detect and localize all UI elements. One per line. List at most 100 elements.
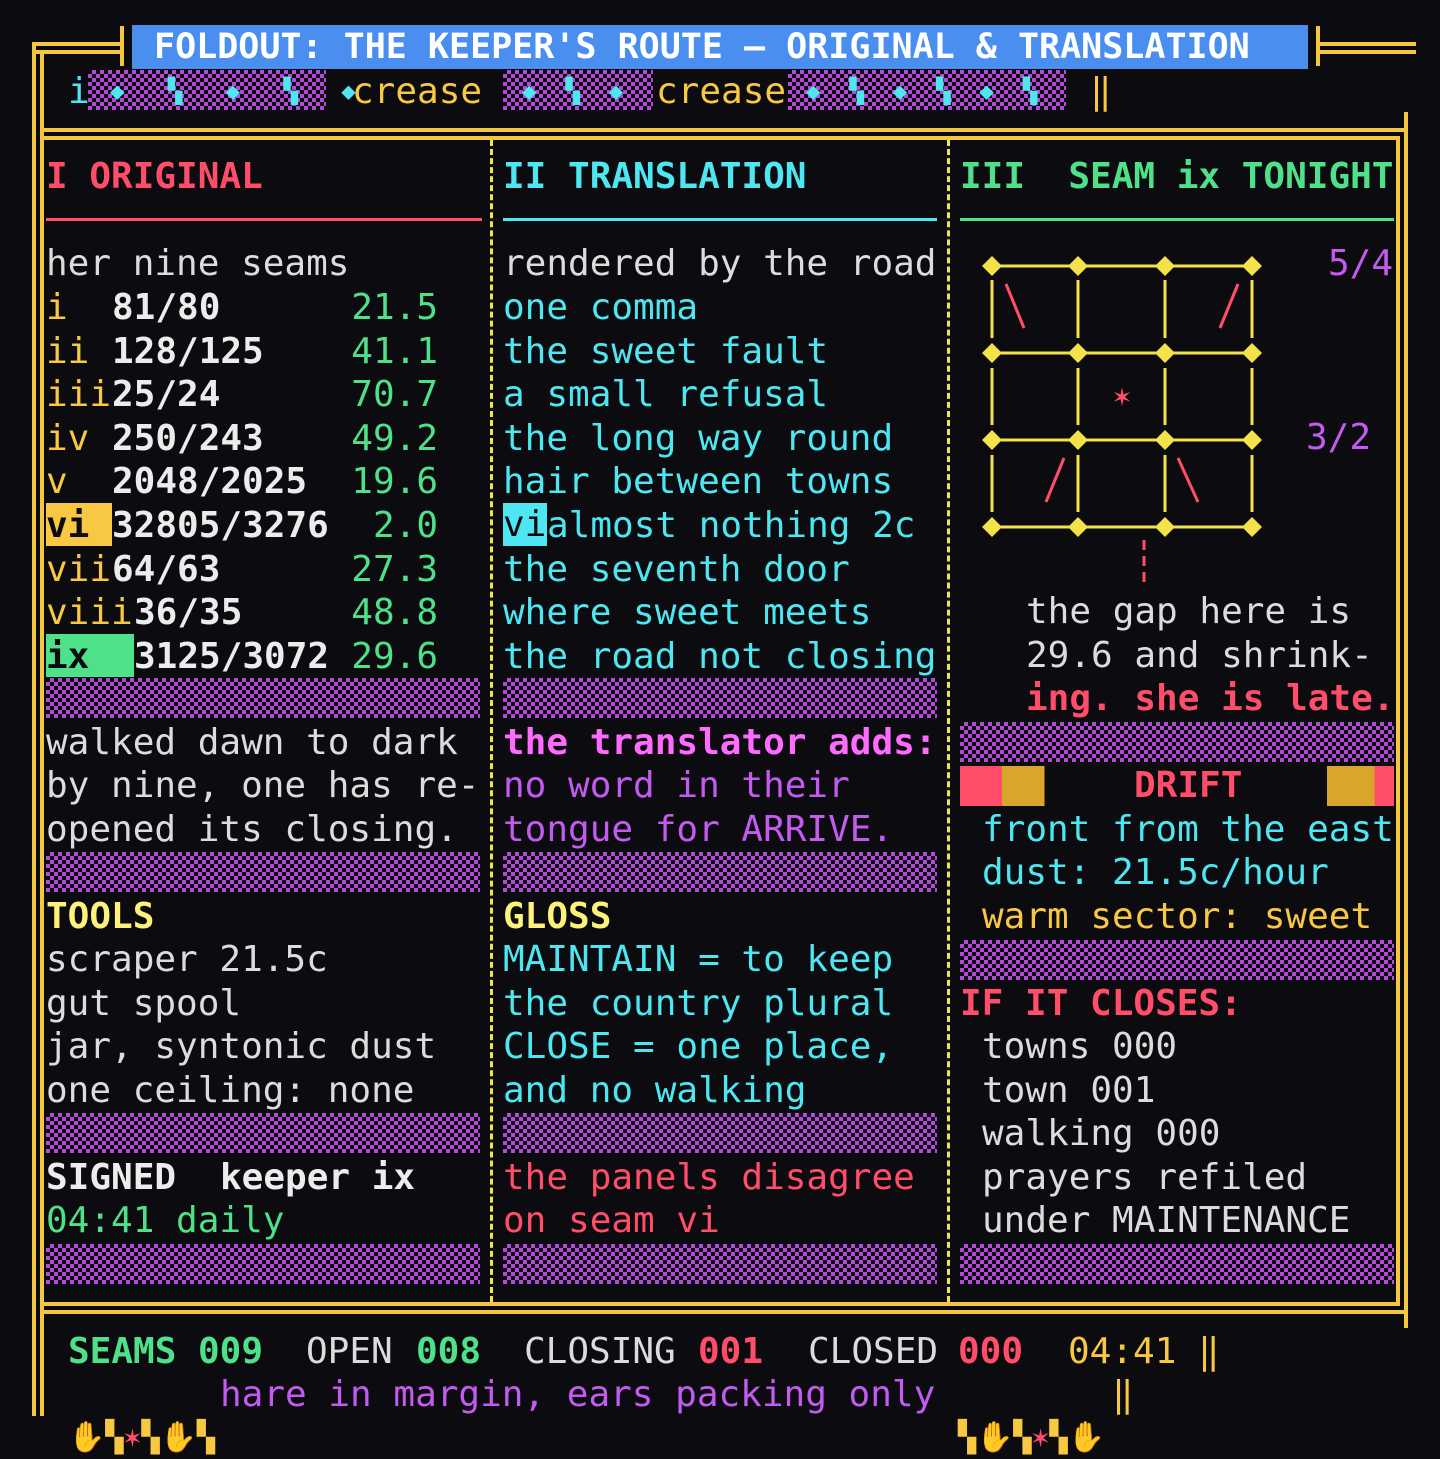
closes-line: under MAINTENANCE: [982, 1200, 1351, 1241]
divider-1: [490, 140, 493, 1302]
ruler-diamonds-right: ◆ ▚ ◆ ▚ ◆ ▚: [806, 77, 1038, 105]
seam-cents: 29.6: [351, 636, 438, 677]
footer-bar-2: ‖: [1112, 1374, 1134, 1415]
seam-cents: 21.5: [351, 287, 438, 328]
translation-line: hair between towns: [503, 461, 894, 502]
drift-swatch-left: [960, 766, 1088, 806]
tool-item: one ceiling: none: [46, 1070, 415, 1111]
closed-label: CLOSED: [808, 1331, 939, 1372]
adds-heading: the translator adds:: [503, 722, 937, 763]
seam-id: v: [46, 461, 68, 502]
seam-ratio: 3125/3072: [134, 636, 330, 677]
closing-label: CLOSING: [524, 1331, 676, 1372]
translation-line: one comma: [503, 287, 699, 328]
adds-line: tongue for ARRIVE.: [503, 809, 894, 850]
translation-line: a small refusal: [503, 374, 829, 415]
footer-bar-1: ‖: [1198, 1331, 1220, 1372]
divider-dither-2c: [503, 1113, 937, 1153]
open-value: 008: [416, 1331, 482, 1372]
frame-top-left: [32, 42, 124, 46]
col1-heading: I ORIGINAL: [46, 156, 263, 197]
frame-mid-bottom: [40, 1302, 1400, 1306]
divider-dither-2b: [503, 852, 937, 892]
ruler-end-bar: ‖: [1090, 71, 1112, 112]
divider-dither-1d: [46, 1244, 480, 1284]
ruler-diamonds-left: ◆ ▚ ◆ ▚ ◆: [110, 77, 356, 105]
gloss-line: the country plural: [503, 983, 894, 1024]
frame-top-left-tick: [120, 26, 124, 66]
closed-value: 000: [958, 1331, 1024, 1372]
tool-item: jar, syntonic dust: [46, 1026, 437, 1067]
translation-line: the road not closing: [503, 636, 937, 677]
translation-line: almost nothing 2c: [547, 505, 916, 546]
translation-line: the long way round: [503, 418, 894, 459]
footer-time: 04:41: [1068, 1331, 1177, 1372]
seam-cents: 19.6: [351, 461, 438, 502]
divider-dither-3a: [960, 722, 1394, 762]
divider-dither-3c: [960, 1244, 1394, 1284]
seam-id: iv: [46, 418, 90, 459]
page-title: FOLDOUT: THE KEEPER'S ROUTE — ORIGINAL &…: [154, 27, 1250, 67]
gloss-heading: GLOSS: [503, 896, 612, 937]
frame-left-inner: [40, 50, 44, 1416]
seam-cents: 2.0: [372, 505, 438, 546]
seam-cents: 41.1: [351, 331, 438, 372]
seams-label: SEAMS: [68, 1331, 177, 1372]
divider-dither-1b: [46, 852, 480, 892]
seam-cents: 27.3: [351, 549, 438, 590]
crease-label-1: crease: [352, 71, 483, 112]
drift-warm: warm sector: sweet: [982, 896, 1373, 937]
seam-ratio: 32805/3276: [112, 505, 329, 546]
divider-2: [947, 140, 950, 1302]
seam-ratio: 36/35: [134, 592, 243, 633]
crease-label-2: crease: [656, 71, 787, 112]
seam-id: vii: [46, 549, 112, 590]
tools-heading: TOOLS: [46, 896, 155, 937]
frame-top-right: [1318, 42, 1416, 46]
divider-dither-1a: [46, 678, 480, 718]
translation-line: the seventh door: [503, 549, 850, 590]
seam-id: vi: [46, 505, 90, 546]
seam-cents: 48.8: [351, 592, 438, 633]
footer-glyphs-right: ▚✋▚✶▚✋: [958, 1420, 1105, 1455]
col3-heading: III SEAM ix TONIGHT: [960, 156, 1394, 197]
seam-id: ii: [46, 331, 90, 372]
frame-top-left-2: [32, 50, 124, 54]
closes-heading: IF IT CLOSES:: [960, 983, 1242, 1024]
seam-ratio: 81/80: [112, 287, 221, 328]
tool-item: gut spool: [46, 983, 242, 1024]
seam-id: iii: [46, 374, 112, 415]
gloss-line: CLOSE = one place,: [503, 1026, 894, 1067]
translation-line: where sweet meets: [503, 592, 872, 633]
translation-line: the sweet fault: [503, 331, 829, 372]
ratio-label-a: 5/4: [1328, 243, 1394, 284]
vi-mark: vi: [503, 504, 547, 545]
frame-mid-top: [40, 128, 1408, 132]
col2-underline: [503, 218, 937, 221]
seam-cents: 49.2: [351, 418, 438, 459]
col1-para-3: opened its closing.: [46, 809, 458, 850]
open-label: OPEN: [306, 1331, 393, 1372]
seam-ratio: 25/24: [112, 374, 221, 415]
adds-line: no word in their: [503, 765, 850, 806]
divider-dither-2a: [503, 678, 937, 718]
ruler-label: i: [68, 71, 90, 112]
signed-name: keeper ix: [220, 1157, 416, 1198]
col1-underline: [46, 218, 482, 221]
closes-line: prayers refiled: [982, 1157, 1308, 1198]
gap-line: the gap here is: [1026, 591, 1352, 632]
closes-line: walking 000: [982, 1113, 1221, 1154]
frame-mid-top-2: [40, 136, 1400, 140]
ratio-label-b: 3/2: [1306, 417, 1372, 458]
gloss-line: MAINTAIN = to keep: [503, 939, 894, 980]
col2-intro: rendered by the road: [503, 243, 937, 284]
note-line: the panels disagree: [503, 1157, 915, 1198]
divider-dither-2d: [503, 1244, 937, 1284]
frame-left-outer: [32, 42, 36, 1416]
frame-right-inner: [1396, 136, 1400, 1306]
star-icon: ✶: [1113, 379, 1131, 414]
frame-top-right-tick: [1316, 26, 1320, 66]
seam-id: ix: [46, 636, 90, 677]
seams-value: 009: [198, 1331, 264, 1372]
frame-mid-bottom-2: [40, 1310, 1408, 1314]
